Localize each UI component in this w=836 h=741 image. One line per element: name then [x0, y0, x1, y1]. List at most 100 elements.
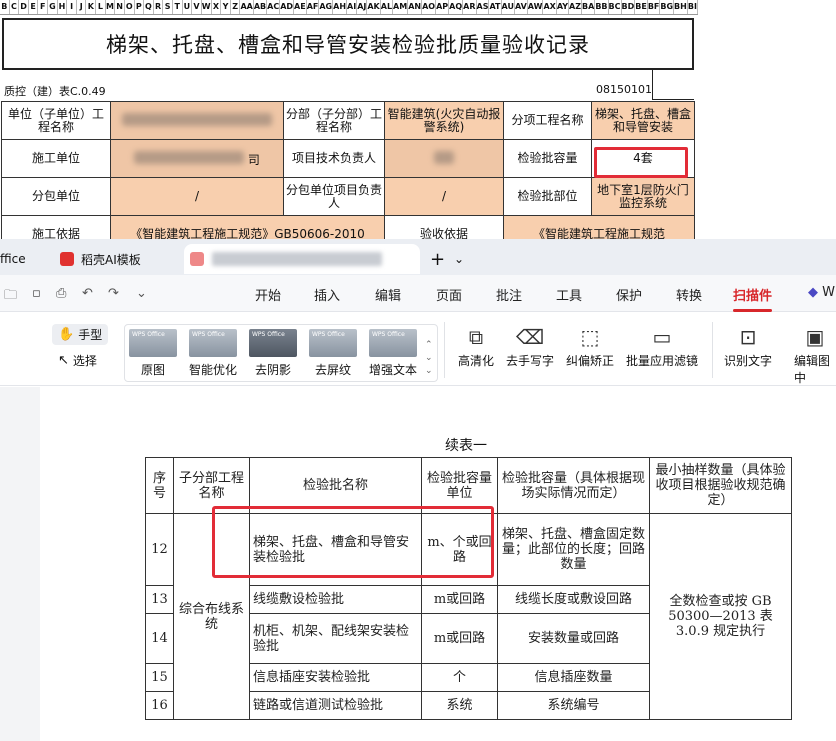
table-cell[interactable]: 地下室1层防火门监控系统: [591, 177, 695, 216]
column-letter[interactable]: U: [183, 0, 193, 14]
column-letter[interactable]: AA: [240, 0, 254, 14]
column-letter[interactable]: H: [58, 0, 68, 14]
table-cell[interactable]: 梯架、托盘、槽盒和导管安装: [591, 101, 695, 140]
column-letter[interactable]: T: [173, 0, 183, 14]
column-letter[interactable]: C: [10, 0, 20, 14]
column-letter[interactable]: AI: [347, 0, 358, 14]
column-letter[interactable]: AW: [528, 0, 544, 14]
menu-item-scan[interactable]: 扫描件: [733, 285, 773, 312]
save-icon[interactable]: ▫: [32, 286, 41, 301]
column-letter[interactable]: X: [212, 0, 222, 14]
column-letter[interactable]: W: [202, 0, 212, 14]
table-cell[interactable]: 分包单位: [1, 177, 111, 216]
menu-item[interactable]: 开始: [255, 285, 281, 304]
table-cell[interactable]: [384, 139, 504, 178]
table-cell[interactable]: 验收依据: [384, 215, 504, 240]
column-letter[interactable]: AL: [381, 0, 394, 14]
column-letter[interactable]: BD: [622, 0, 636, 14]
redo-icon[interactable]: ↷: [108, 286, 119, 301]
column-letter[interactable]: AJ: [357, 0, 368, 14]
batch-filter-button[interactable]: ▭ 批量应用滤镜: [626, 324, 698, 369]
ocr-button[interactable]: ⊡ 识别文字: [724, 324, 772, 369]
column-letter[interactable]: N: [115, 0, 125, 14]
column-letter[interactable]: AS: [477, 0, 490, 14]
filter-original[interactable]: 原图: [127, 329, 179, 379]
table-cell[interactable]: 施工单位: [1, 139, 111, 178]
edit-image-button[interactable]: ▣ 编辑图中: [794, 324, 836, 386]
column-letter[interactable]: AQ: [449, 0, 464, 14]
undo-icon[interactable]: ↶: [82, 286, 93, 301]
table-cell[interactable]: 《智能建筑工程施工规范》GB50606-2010: [110, 215, 385, 240]
menu-item[interactable]: 编辑: [375, 285, 401, 304]
column-letter[interactable]: O: [125, 0, 135, 14]
column-letter[interactable]: P: [135, 0, 145, 14]
column-letter[interactable]: AY: [557, 0, 570, 14]
column-letter[interactable]: B: [0, 0, 10, 14]
column-letter[interactable]: AG: [319, 0, 334, 14]
gallery-scroll-icon[interactable]: ⌃ ⌄ ⌄: [425, 339, 433, 378]
menu-item[interactable]: 转换: [676, 285, 702, 304]
column-letter[interactable]: I: [67, 0, 77, 14]
column-letter[interactable]: AU: [502, 0, 515, 14]
table-cell[interactable]: 分部（子分部）工程名称: [283, 101, 385, 140]
column-letter[interactable]: R: [154, 0, 164, 14]
filter-shadow[interactable]: 去阴影: [247, 329, 299, 379]
tab-document[interactable]: [184, 244, 420, 274]
column-letter[interactable]: M: [106, 0, 116, 14]
column-letter[interactable]: BI: [688, 0, 698, 14]
menu-item[interactable]: 页面: [436, 285, 462, 304]
column-letter[interactable]: AK: [367, 0, 381, 14]
deskew-button[interactable]: ⬚ 纠偏矫正: [566, 324, 614, 369]
column-letter[interactable]: AM: [393, 0, 409, 14]
menu-item[interactable]: 保护: [616, 285, 642, 304]
filter-moire[interactable]: 去屏纹: [307, 329, 359, 379]
filter-enhance[interactable]: 增强文本: [367, 329, 419, 379]
hd-button[interactable]: ⧉ 高清化: [458, 324, 494, 369]
menu-item[interactable]: 批注: [496, 285, 522, 304]
column-letter[interactable]: AP: [436, 0, 450, 14]
tab-ai-template[interactable]: 稻壳AI模板: [48, 244, 178, 274]
column-letter[interactable]: E: [29, 0, 39, 14]
column-letter[interactable]: AX: [543, 0, 557, 14]
column-letter[interactable]: AD: [280, 0, 295, 14]
menu-item[interactable]: ◆ W: [808, 285, 835, 300]
column-letter[interactable]: BA: [582, 0, 596, 14]
column-letter[interactable]: BG: [660, 0, 675, 14]
table-cell[interactable]: 项目技术负责人: [283, 139, 385, 178]
column-letter[interactable]: BC: [609, 0, 622, 14]
table-cell[interactable]: /: [384, 177, 504, 216]
table-cell[interactable]: 智能建筑(火灾自动报警系统): [384, 101, 504, 140]
table-cell[interactable]: /: [110, 177, 284, 216]
column-letter[interactable]: BE: [635, 0, 648, 14]
tab-dropdown-icon[interactable]: ⌄: [454, 244, 464, 274]
column-letter[interactable]: BB: [595, 0, 609, 14]
column-letter[interactable]: L: [96, 0, 106, 14]
table-cell[interactable]: 《智能建筑工程施工规范: [503, 215, 695, 240]
select-tool-button[interactable]: ↖ 选择: [58, 352, 97, 369]
column-letter[interactable]: AC: [267, 0, 281, 14]
column-letter[interactable]: AB: [254, 0, 268, 14]
column-letter[interactable]: AV: [515, 0, 528, 14]
menu-item[interactable]: 插入: [314, 285, 340, 304]
filter-smart[interactable]: 智能优化: [187, 329, 239, 379]
column-letter[interactable]: G: [48, 0, 58, 14]
column-letter[interactable]: J: [77, 0, 87, 14]
column-letter[interactable]: AH: [333, 0, 348, 14]
table-cell[interactable]: 司: [110, 139, 284, 178]
column-letter[interactable]: BH: [674, 0, 688, 14]
table-cell[interactable]: 检验批容量: [503, 139, 592, 178]
column-letter[interactable]: AE: [294, 0, 307, 14]
print-icon[interactable]: ⎙: [56, 286, 66, 301]
table-cell[interactable]: 分项工程名称: [503, 101, 592, 140]
table-cell[interactable]: 检验批部位: [503, 177, 592, 216]
new-tab-button[interactable]: +: [430, 244, 445, 274]
table-cell[interactable]: 施工依据: [1, 215, 111, 240]
remove-handwriting-button[interactable]: ⌫ 去手写字: [506, 324, 554, 369]
hand-tool-button[interactable]: ✋ 手型: [52, 324, 109, 345]
column-letter[interactable]: AF: [307, 0, 320, 14]
menu-item[interactable]: 工具: [556, 285, 582, 304]
column-letter[interactable]: AT: [489, 0, 502, 14]
chevron-down-icon[interactable]: ⌄: [136, 286, 147, 301]
table-cell[interactable]: 单位（子单位）工程名称: [1, 101, 111, 140]
folder-icon[interactable]: 🗀: [4, 286, 17, 308]
